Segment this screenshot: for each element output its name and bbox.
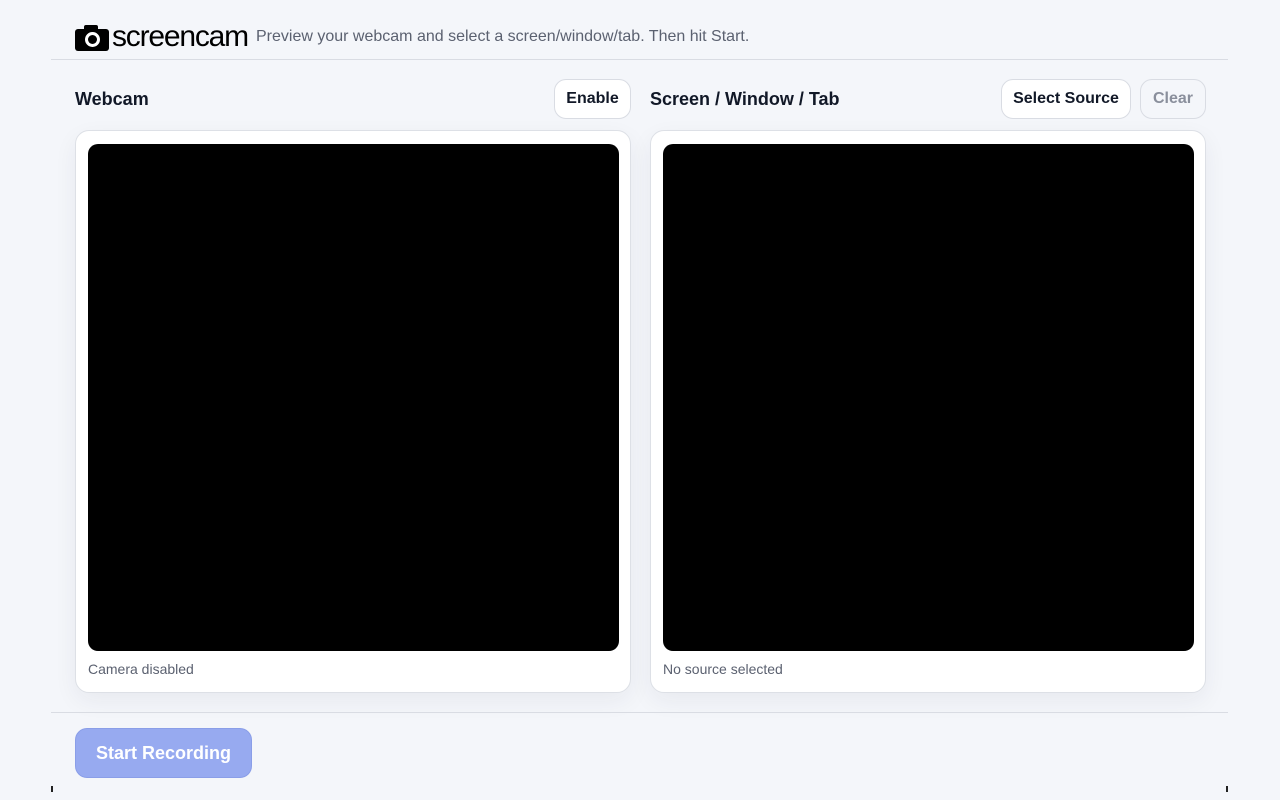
webcam-status: Camera disabled <box>88 661 194 677</box>
enable-button[interactable]: Enable <box>554 79 631 119</box>
screen-status: No source selected <box>663 661 783 677</box>
screen-preview <box>663 144 1194 651</box>
clear-button[interactable]: Clear <box>1140 79 1206 119</box>
camera-icon <box>75 25 109 51</box>
frame-corner-right <box>1226 786 1228 792</box>
header: screencam Preview your webcam and select… <box>51 0 1228 60</box>
logo-text: screencam <box>112 20 249 53</box>
webcam-card: Camera disabled <box>75 130 631 693</box>
webcam-title: Webcam <box>75 88 149 109</box>
webcam-preview <box>88 144 619 651</box>
start-recording-button[interactable]: Start Recording <box>75 728 252 778</box>
screen-panel-header: Screen / Window / Tab <box>650 79 840 119</box>
tagline: Preview your webcam and select a screen/… <box>256 28 750 45</box>
footer: Start Recording <box>51 712 1228 792</box>
screen-card: No source selected <box>650 130 1206 693</box>
logo: screencam <box>75 20 249 53</box>
screen-title: Screen / Window / Tab <box>650 88 840 109</box>
select-source-button[interactable]: Select Source <box>1001 79 1131 119</box>
webcam-panel-header: Webcam <box>75 79 149 119</box>
app-shell: screencam Preview your webcam and select… <box>51 0 1228 792</box>
frame-corner-left <box>51 786 53 792</box>
